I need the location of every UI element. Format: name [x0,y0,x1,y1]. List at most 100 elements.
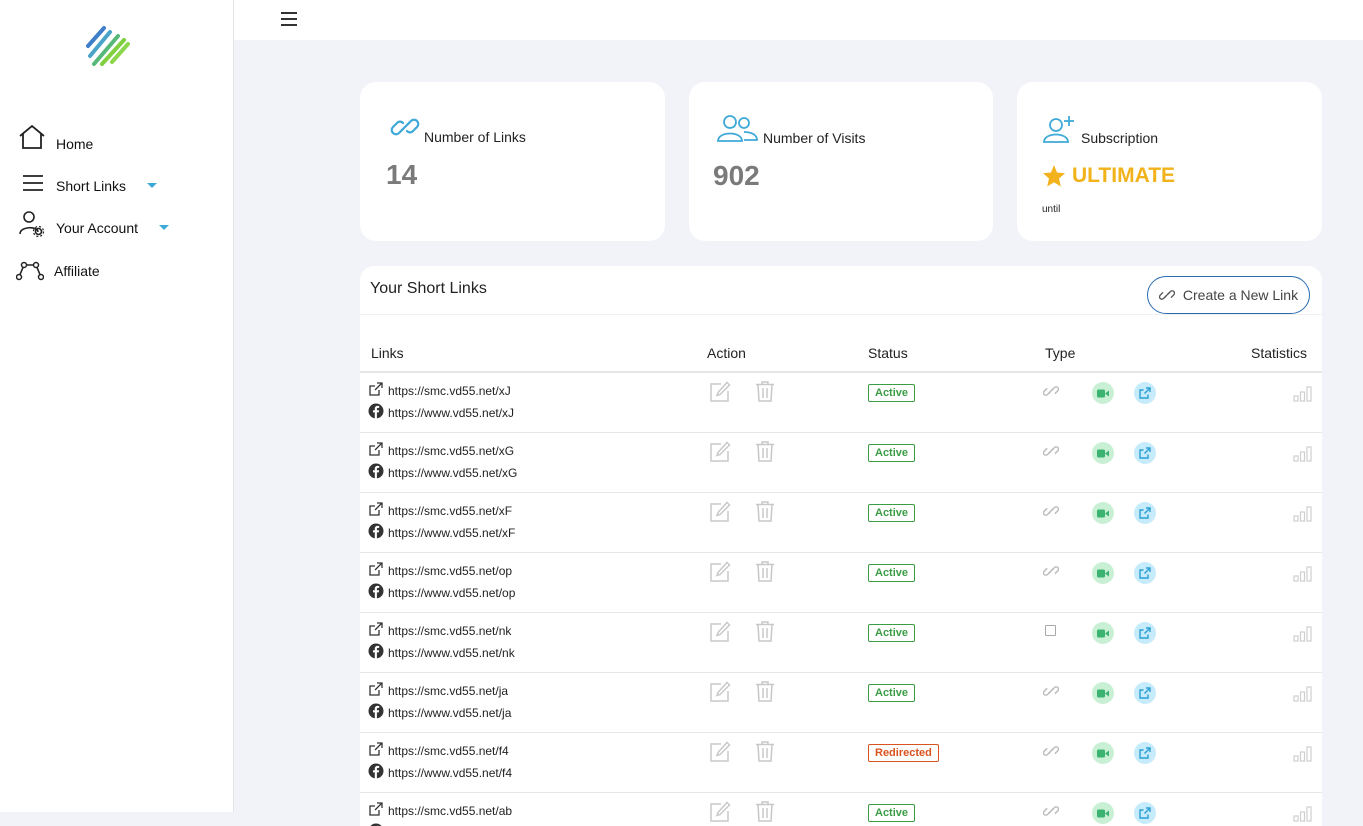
bar-chart-icon[interactable] [1293,566,1313,582]
facebook-icon [368,643,384,659]
trash-icon[interactable] [755,380,775,402]
link-icon[interactable] [1043,383,1059,399]
video-icon [1097,449,1109,458]
external-link-icon [1139,807,1151,819]
external-link-icon[interactable] [368,381,384,397]
status-badge: Redirected [868,744,939,762]
video-button[interactable] [1092,382,1114,404]
link-icon[interactable] [1043,683,1059,699]
panel-title: Your Short Links [370,280,487,298]
open-link-button[interactable] [1134,682,1156,704]
bar-chart-icon[interactable] [1293,446,1313,462]
status-badge: Active [868,504,915,522]
edit-icon[interactable] [709,381,731,403]
external-link-icon[interactable] [368,681,384,697]
trash-icon[interactable] [755,500,775,522]
bar-chart-icon[interactable] [1293,806,1313,822]
video-icon [1097,389,1109,398]
external-link-icon[interactable] [368,741,384,757]
list-icon [22,174,44,192]
home-icon [18,124,46,150]
short-link[interactable]: https://smc.vd55.net/op [388,564,512,578]
link-icon[interactable] [1043,503,1059,519]
edit-icon[interactable] [709,801,731,823]
video-button[interactable] [1092,742,1114,764]
hamburger-menu-icon[interactable] [281,12,297,26]
video-button[interactable] [1092,562,1114,584]
app-logo-icon[interactable] [84,22,130,68]
link-icon[interactable] [1043,743,1059,759]
short-link[interactable]: https://smc.vd55.net/f4 [388,744,509,758]
table-row: https://smc.vd55.net/xG https://www.vd55… [360,432,1322,493]
short-link[interactable]: https://smc.vd55.net/ab [388,804,512,818]
open-link-button[interactable] [1134,622,1156,644]
trash-icon[interactable] [755,800,775,822]
destination-link[interactable]: https://www.vd55.net/ja [388,706,511,720]
sidebar-item-home[interactable]: Home [18,124,218,154]
edit-icon[interactable] [709,501,731,523]
video-button[interactable] [1092,682,1114,704]
bar-chart-icon[interactable] [1293,386,1313,402]
external-link-icon[interactable] [368,501,384,517]
trash-icon[interactable] [755,560,775,582]
destination-link[interactable]: https://www.vd55.net/xG [388,466,517,480]
short-link[interactable]: https://smc.vd55.net/xJ [388,384,511,398]
short-link[interactable]: https://smc.vd55.net/ja [388,684,508,698]
edit-icon[interactable] [709,561,731,583]
external-link-icon[interactable] [368,441,384,457]
video-button[interactable] [1092,442,1114,464]
short-link[interactable]: https://smc.vd55.net/nk [388,624,511,638]
link-icon[interactable] [1043,443,1059,459]
edit-icon[interactable] [709,681,731,703]
stat-card-visits: Number of Visits 902 [689,82,993,241]
open-link-button[interactable] [1134,742,1156,764]
bar-chart-icon[interactable] [1293,686,1313,702]
trash-icon[interactable] [755,680,775,702]
column-header-status: Status [868,345,908,361]
open-link-button[interactable] [1134,562,1156,584]
bar-chart-icon[interactable] [1293,746,1313,762]
open-link-button[interactable] [1134,802,1156,824]
link-icon[interactable] [1043,563,1059,579]
external-link-icon [1139,627,1151,639]
video-button[interactable] [1092,802,1114,824]
status-badge: Active [868,384,915,402]
bar-chart-icon[interactable] [1293,626,1313,642]
edit-icon[interactable] [709,741,731,763]
sidebar-item-your-account[interactable]: Your Account [18,210,218,238]
short-link[interactable]: https://smc.vd55.net/xF [388,504,512,518]
open-link-button[interactable] [1134,382,1156,404]
open-link-button[interactable] [1134,442,1156,464]
status-badge: Active [868,684,915,702]
destination-link[interactable]: https://www.vd55.net/f4 [388,766,512,780]
external-link-icon[interactable] [368,801,384,817]
external-link-icon[interactable] [368,621,384,637]
table-row: https://smc.vd55.net/nk https://www.vd55… [360,612,1322,673]
destination-link[interactable]: https://www.vd55.net/op [388,586,515,600]
trash-icon[interactable] [755,440,775,462]
destination-link[interactable]: https://www.vd55.net/nk [388,646,515,660]
external-link-icon [1139,567,1151,579]
star-icon [1042,164,1066,188]
trash-icon[interactable] [755,740,775,762]
video-icon [1097,509,1109,518]
column-header-action: Action [707,345,746,361]
edit-icon[interactable] [709,621,731,643]
bar-chart-icon[interactable] [1293,506,1313,522]
video-button[interactable] [1092,502,1114,524]
open-link-button[interactable] [1134,502,1156,524]
checkbox-icon[interactable] [1045,625,1056,636]
sidebar-item-affiliate[interactable]: Affiliate [16,258,216,284]
trash-icon[interactable] [755,620,775,642]
edit-icon[interactable] [709,441,731,463]
link-icon[interactable] [1043,803,1059,819]
external-link-icon[interactable] [368,561,384,577]
video-button[interactable] [1092,622,1114,644]
column-header-statistics: Statistics [1251,345,1307,361]
destination-link[interactable]: https://www.vd55.net/xJ [388,406,514,420]
destination-link[interactable]: https://www.vd55.net/xF [388,526,515,540]
facebook-icon [368,583,384,599]
create-new-link-button[interactable]: Create a New Link [1147,276,1310,314]
sidebar-item-short-links[interactable]: Short Links [22,172,222,198]
short-link[interactable]: https://smc.vd55.net/xG [388,444,514,458]
